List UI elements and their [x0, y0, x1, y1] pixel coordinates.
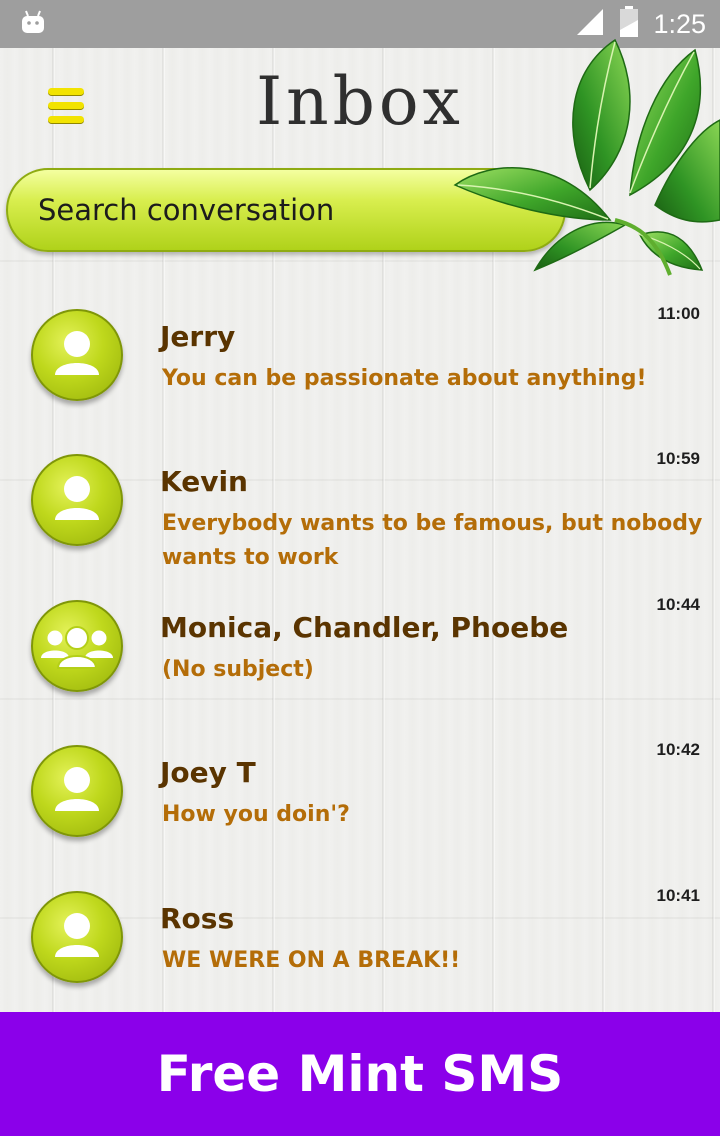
message-time: 11:00: [657, 304, 700, 323]
contact-name: Ross: [160, 902, 235, 935]
message-preview: (No subject): [162, 657, 314, 682]
promo-banner[interactable]: Free Mint SMS: [0, 1012, 720, 1136]
message-preview: You can be passionate about anything!: [162, 366, 647, 391]
avatar: [31, 454, 123, 546]
conversation-item-group[interactable]: Monica, Chandler, Phoebe (No subject) 10…: [0, 581, 720, 721]
menu-button[interactable]: [44, 86, 88, 126]
android-icon: [20, 10, 46, 38]
conversation-item-ross[interactable]: Ross WE WERE ON A BREAK!! 10:41: [0, 872, 720, 1012]
conversation-item-kevin[interactable]: Kevin Everybody wants to be famous, but …: [0, 435, 720, 575]
banner-text: Free Mint SMS: [156, 1045, 564, 1103]
conversation-item-jerry[interactable]: Jerry You can be passionate about anythi…: [0, 290, 720, 430]
battery-icon: [619, 6, 639, 42]
message-preview: How you doin'?: [162, 802, 350, 827]
contact-name: Jerry: [160, 320, 236, 353]
message-preview: Everybody wants to be famous, but nobody…: [162, 511, 703, 570]
status-time: 1:25: [653, 8, 706, 39]
status-icons: 1:25: [575, 6, 706, 42]
avatar: [31, 309, 123, 401]
contact-name: Monica, Chandler, Phoebe: [160, 611, 569, 644]
message-time: 10:41: [656, 886, 700, 905]
page-title: Inbox: [256, 63, 464, 140]
status-bar: 1:25: [0, 0, 720, 48]
message-time: 10:42: [656, 740, 700, 759]
contact-name: Joey T: [160, 756, 256, 789]
avatar: [31, 745, 123, 837]
conversation-item-joey[interactable]: Joey T How you doin'? 10:42: [0, 726, 720, 866]
search-input[interactable]: [38, 184, 478, 236]
cellular-signal-icon: [575, 7, 605, 41]
message-preview: WE WERE ON A BREAK!!: [162, 948, 461, 973]
avatar: [31, 891, 123, 983]
search-bar[interactable]: [6, 168, 566, 252]
message-time: 10:44: [656, 595, 700, 614]
message-time: 10:59: [656, 449, 700, 468]
contact-name: Kevin: [160, 465, 248, 498]
avatar: [31, 600, 123, 692]
